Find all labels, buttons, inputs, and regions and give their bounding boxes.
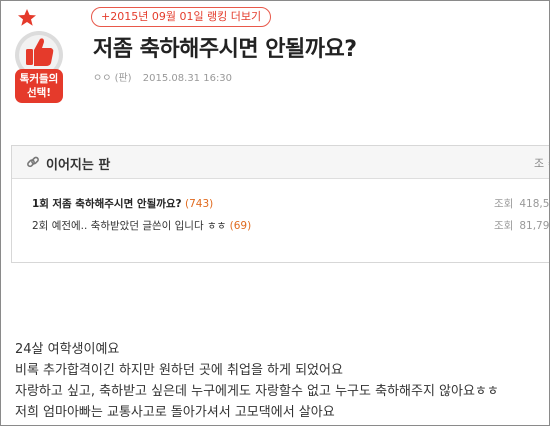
related-item-title[interactable]: 예전에.. 축하받았던 글쓴이 입니다 ㅎㅎ xyxy=(52,220,227,232)
related-item[interactable]: 2회 예전에.. 축하받았던 글쓴이 입니다 ㅎㅎ (69) 조회81,790 xyxy=(32,218,549,234)
post-title: 저좀 축하해주시면 안될까요? xyxy=(93,37,357,62)
related-item-comment-count: (69) xyxy=(229,220,252,232)
related-item-title[interactable]: 저좀 축하해주시면 안될까요? xyxy=(52,198,181,210)
related-item-views: 조회81,790 xyxy=(494,220,550,232)
related-posts-title: 이어지는 판 xyxy=(46,158,111,173)
link-icon xyxy=(27,156,39,168)
post-content: 24살 여학생이예요 비록 추가합격이긴 하지만 원하던 곳에 취업을 하게 되… xyxy=(15,339,499,423)
content-line: 저희 엄마아빠는 교통사고로 돌아가셔서 고모댁에서 살아요 xyxy=(15,405,335,420)
related-item-episode: 2회 xyxy=(32,220,49,232)
content-line: 비록 추가합격이긴 하지만 원하던 곳에 취업을 하게 되었어요 xyxy=(15,363,343,378)
page-frame: 톡커들의 선택! +2015년 09월 01일 랭킹 더보기 저좀 축하해주시면… xyxy=(0,0,550,426)
related-posts-box: 이어지는 판 조 ≗ 1회 저좀 축하해주시면 안될까요? (743) 조회41… xyxy=(11,145,549,263)
badge-line-2: 선택! xyxy=(26,87,52,99)
related-item-views: 조회418,536 xyxy=(494,198,550,210)
related-posts-header: 이어지는 판 조 ≗ xyxy=(12,146,549,179)
star-icon xyxy=(18,9,36,26)
post-author[interactable]: ㅇㅇ (판) xyxy=(93,73,132,84)
ranking-more-link[interactable]: +2015년 09월 01일 랭킹 더보기 xyxy=(91,7,272,27)
related-item-episode: 1회 xyxy=(32,198,49,210)
related-item[interactable]: 1회 저좀 축하해주시면 안될까요? (743) 조회418,536 xyxy=(32,196,549,212)
related-header-right: 조 ≗ xyxy=(534,157,549,170)
post-meta: ㅇㅇ (판) 2015.08.31 16:30 xyxy=(93,69,240,84)
content-line: 자랑하고 싶고, 축하받고 싶은데 누구에게도 자랑할수 없고 누구도 축하해주… xyxy=(15,384,499,399)
related-item-comment-count: (743) xyxy=(184,198,214,210)
toker-choice-badge: 톡커들의 선택! xyxy=(11,9,69,105)
content-line: 24살 여학생이예요 xyxy=(15,342,120,357)
badge-line-1: 톡커들의 xyxy=(19,73,59,85)
post-date: 2015.08.31 16:30 xyxy=(142,73,233,84)
